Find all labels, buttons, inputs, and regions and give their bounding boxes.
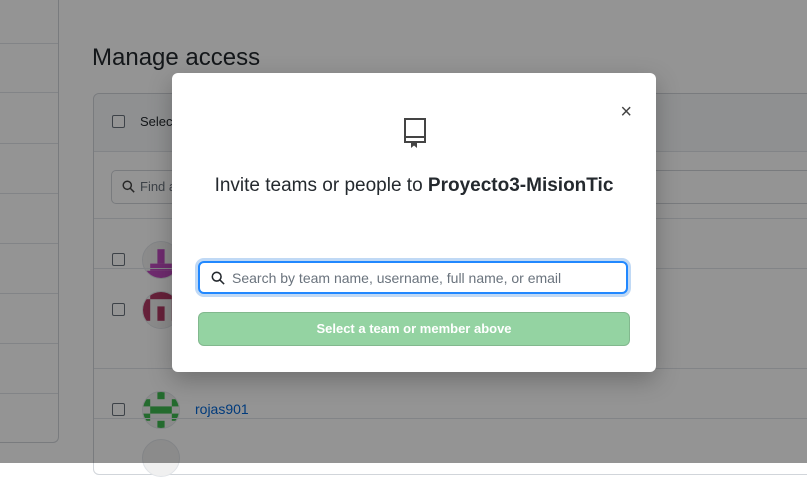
- invite-prefix: Invite teams or people to: [214, 175, 428, 196]
- invite-search-field[interactable]: [198, 261, 628, 294]
- select-member-button[interactable]: Select a team or member above: [198, 312, 630, 346]
- invite-dialog: × Invite teams or people to Proyecto3-Mi…: [172, 73, 656, 372]
- repo-name: Proyecto3-MisionTic: [427, 175, 614, 196]
- invite-search-input[interactable]: [232, 266, 612, 289]
- search-icon: [211, 271, 225, 285]
- repo-icon: [404, 118, 426, 148]
- invite-heading: Invite teams or people to Proyecto3-Misi…: [212, 171, 616, 201]
- close-button[interactable]: ×: [620, 102, 632, 122]
